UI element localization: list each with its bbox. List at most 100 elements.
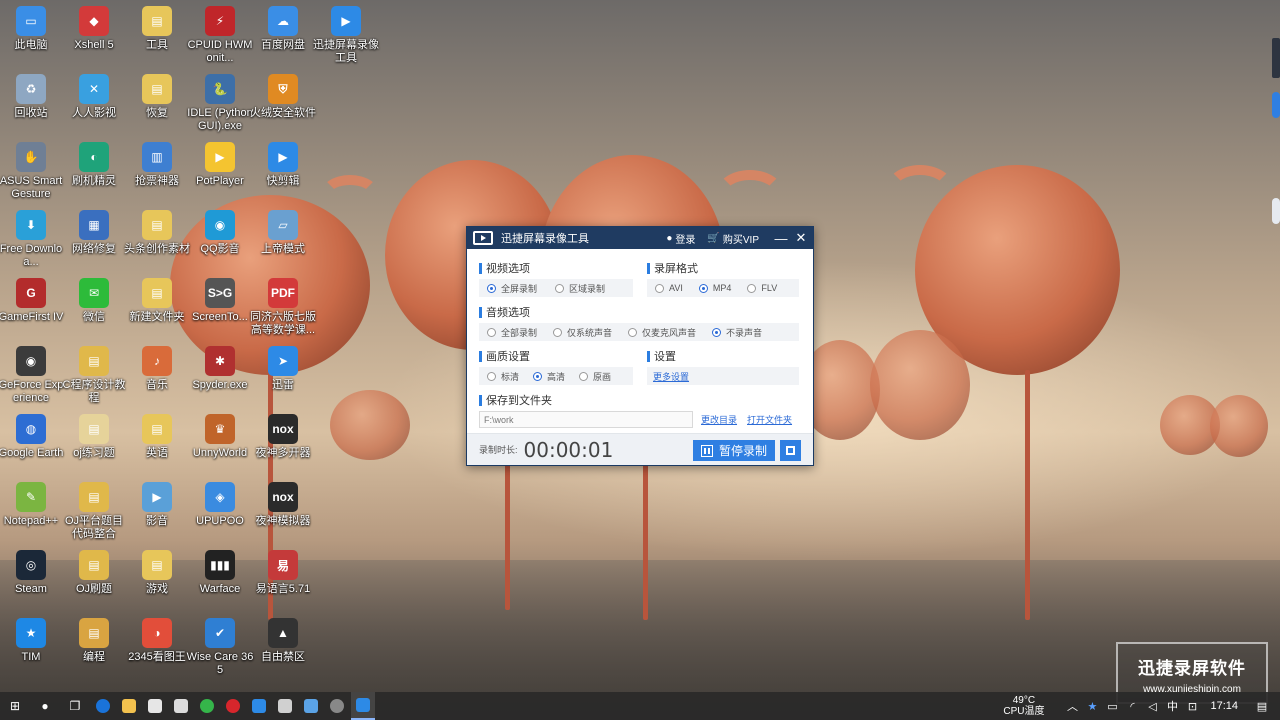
desktop-icon[interactable]: ▤ 新建文件夹 [123,276,191,324]
desktop-icon[interactable]: G GameFirst IV [0,276,65,324]
pause-recording-button[interactable]: 暂停录制 [693,440,775,461]
desktop-icon[interactable]: ▱ 上帝模式 [249,208,317,256]
desktop-icon[interactable]: ✋ ASUS Smart Gesture [0,140,65,201]
desktop-icon[interactable]: ◆ Xshell 5 [60,4,128,52]
video-option[interactable]: 全屏录制 [487,282,537,295]
desktop-icon[interactable]: ▦ 网络修复 [60,208,128,256]
desktop-icon[interactable]: nox 夜神模拟器 [249,480,317,528]
taskbar-edge[interactable] [91,692,115,720]
desktop-icon[interactable]: ▶ PotPlayer [186,140,254,188]
radio-button[interactable] [698,283,708,293]
desktop-icon[interactable]: ✕ 人人影视 [60,72,128,120]
desktop-icon[interactable]: ▮▮▮ Warface [186,548,254,596]
desktop-icon[interactable]: ♪ 音乐 [123,344,191,392]
desktop-icon[interactable]: ⬇ Free Downloa... [0,208,65,269]
stop-recording-button[interactable] [780,440,801,461]
desktop-icon[interactable]: ▤ 头条创作素材 [123,208,191,256]
desktop-icon[interactable]: ▲ 自由禁区 [249,616,317,664]
desktop-icon[interactable]: ▶ 影音 [123,480,191,528]
radio-button[interactable] [533,371,543,381]
desktop-icon[interactable]: ▤ 英语 [123,412,191,460]
desktop-icon[interactable]: ▤ 工具 [123,4,191,52]
cortana-button[interactable]: ● [30,692,60,720]
desktop-icon[interactable]: 🐍 IDLE (Python GUI).exe [186,72,254,133]
taskbar-mail[interactable] [169,692,193,720]
desktop-icon[interactable]: S>G ScreenTo... [186,276,254,324]
show-hidden-icons-chevron-up-icon[interactable]: ︿ [1064,698,1080,714]
taskbar-opera[interactable] [221,692,245,720]
task-view-button[interactable]: ❐ [60,692,90,720]
desktop-icon[interactable]: ▤ 游戏 [123,548,191,596]
desktop-icon[interactable]: ◈ UPUPOO [186,480,254,528]
radio-button[interactable] [487,371,496,381]
taskbar-recorder[interactable] [351,692,375,720]
desktop-icon[interactable]: ➤ 迅雷 [249,344,317,392]
desktop-icon[interactable]: ★ TIM [0,616,65,664]
video-option[interactable]: 区域录制 [555,282,605,295]
desktop-icon[interactable]: ◐ 刷机精灵 [60,140,128,188]
audio-option[interactable]: 仅系统声音 [553,326,612,339]
desktop-icon[interactable]: ▤ 恢复 [123,72,191,120]
radio-button[interactable] [487,327,496,337]
tray-star-icon[interactable]: ★ [1084,700,1100,713]
minimize-button[interactable]: — [771,231,791,246]
desktop-icon[interactable]: ▤ oj练习题 [60,412,128,460]
desktop-icon[interactable]: ▶ 迅捷屏幕录像工具 [312,4,380,65]
desktop-icon[interactable]: PDF 同济六版七版高等数学课... [249,276,317,337]
ime-indicator[interactable]: 中 [1164,698,1180,714]
audio-option[interactable]: 不录声音 [712,326,762,339]
login-button[interactable]: ● 登录 [666,231,695,246]
desktop-icon[interactable]: ◎ Steam [0,548,65,596]
quality-option[interactable]: 原画 [579,370,611,383]
desktop-icon[interactable]: ☁ 百度网盘 [249,4,317,52]
desktop-icon[interactable]: ◍ Google Earth [0,412,65,460]
edge-widget-bottom[interactable] [1272,198,1280,224]
desktop-icon[interactable]: ▥ 抢票神器 [123,140,191,188]
volume-icon[interactable]: ◁ [1144,700,1160,713]
format-option[interactable]: MP4 [698,283,731,293]
more-settings-link[interactable]: 更多设置 [653,370,689,383]
desktop-icon[interactable]: ✱ Spyder.exe [186,344,254,392]
desktop-icon[interactable]: ♛ UnnyWorld [186,412,254,460]
desktop-icon[interactable]: ◑ 2345看图王 [123,616,191,664]
radio-button[interactable] [628,327,638,337]
desktop-icon[interactable]: ▤ OJ刷题 [60,548,128,596]
input-mode-icon[interactable]: ⊡ [1184,700,1200,713]
desktop-icon[interactable]: ◉ GeForce Experience [0,344,65,405]
desktop-icon[interactable]: ⚡ CPUID HWMonit... [186,4,254,65]
audio-option[interactable]: 全部录制 [487,326,537,339]
close-button[interactable]: ✕ [791,230,811,246]
battery-icon[interactable]: ▭ [1104,700,1120,713]
clock[interactable]: 17:14 [1210,700,1238,712]
notification-icon[interactable]: ▤ [1254,700,1270,713]
radio-button[interactable] [579,371,589,381]
edge-widget-top[interactable] [1272,38,1280,78]
change-dir-link[interactable]: 更改目录 [701,413,737,426]
network-icon[interactable]: ◜ [1124,700,1140,713]
desktop-icon[interactable]: ✉ 微信 [60,276,128,324]
taskbar-qq-mail[interactable] [299,692,323,720]
desktop-icon[interactable]: ◉ QQ影音 [186,208,254,256]
desktop-icon[interactable]: ▤ 编程 [60,616,128,664]
desktop-icon[interactable]: 易易语言5.71 [249,548,317,596]
desktop-icon[interactable]: ▤ OJ平台题目代码整合 [60,480,128,541]
save-path-field[interactable]: F:\work [479,411,693,428]
window-titlebar[interactable]: 迅捷屏幕录像工具 ● 登录 🛒 购买VIP — ✕ [467,227,813,249]
taskbar-app-round[interactable] [325,692,349,720]
format-option[interactable]: FLV [747,283,777,293]
desktop-icon[interactable]: ▭ 此电脑 [0,4,65,52]
radio-button[interactable] [487,283,496,293]
radio-button[interactable] [555,283,565,293]
taskbar-iqiyi[interactable] [195,692,219,720]
quality-option[interactable]: 标清 [487,370,519,383]
edge-widget-middle[interactable] [1272,92,1280,118]
audio-option[interactable]: 仅麦克风声音 [628,326,696,339]
start-button[interactable]: ⊞ [0,692,30,720]
desktop-icon[interactable]: nox 夜神多开器 [249,412,317,460]
desktop-icon[interactable]: ✎ Notepad++ [0,480,65,528]
buy-vip-button[interactable]: 🛒 购买VIP [707,231,759,246]
desktop-icon[interactable]: ✔ Wise Care 365 [186,616,254,677]
radio-button[interactable] [655,283,664,293]
taskbar-explorer[interactable] [117,692,141,720]
open-folder-link[interactable]: 打开文件夹 [747,413,792,426]
